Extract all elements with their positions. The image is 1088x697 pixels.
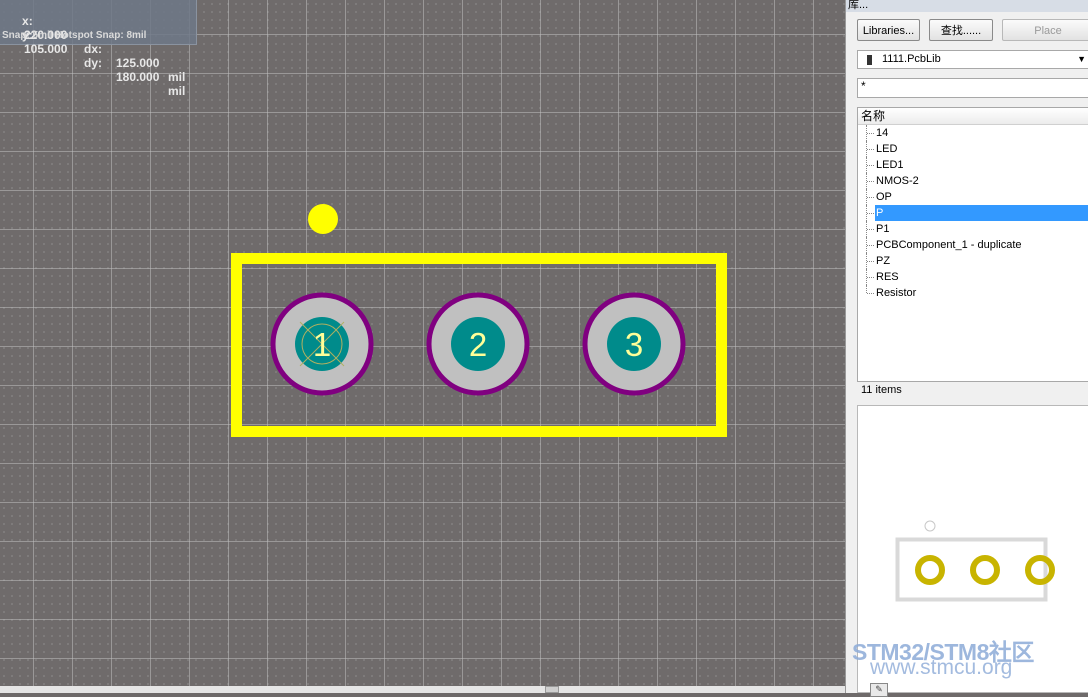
place-button[interactable]: Place [1002, 19, 1088, 41]
dx-value: 125.000 [116, 56, 160, 70]
library-name: 1111.PcbLib [882, 53, 941, 65]
scrollbar-thumb[interactable] [545, 686, 559, 693]
chip-icon [867, 55, 872, 65]
pad-2[interactable]: 2 [426, 292, 530, 396]
list-item-selected[interactable]: P [858, 205, 1088, 221]
list-item[interactable]: OP [858, 189, 1088, 205]
pad-number: 3 [625, 326, 643, 363]
pad-number: 1 [313, 326, 331, 363]
pcb-canvas[interactable]: 1 2 3 x: 220.000 dx: 125.000 mil y: 105.… [0, 0, 845, 693]
list-item[interactable]: P1 [858, 221, 1088, 237]
component-list[interactable]: 名称 14 LED LED1 NMOS-2 OP P P1 PCBCompone… [857, 107, 1088, 382]
unit-label: mil [168, 84, 186, 98]
item-count: 11 items [861, 384, 902, 396]
chevron-down-icon[interactable]: ▼ [1077, 51, 1086, 68]
watermark-line2: www.stmcu.org [870, 656, 1013, 679]
libraries-button[interactable]: Libraries... [857, 19, 920, 41]
horizontal-scrollbar[interactable] [0, 686, 845, 693]
library-select[interactable]: 1111.PcbLib ▼ [857, 50, 1088, 69]
y-value: 105.000 [24, 42, 68, 56]
coordinate-readout: x: 220.000 dx: 125.000 mil y: 105.000 dy… [0, 0, 197, 98]
unit-label: mil [168, 70, 186, 84]
panel-title: 库... [846, 0, 1088, 12]
list-item[interactable]: LED [858, 141, 1088, 157]
snap-info: Snap: 5mil Hotspot Snap: 8mil [2, 30, 147, 41]
list-item[interactable]: NMOS-2 [858, 173, 1088, 189]
list-item[interactable]: 14 [858, 125, 1088, 141]
panel-tool-icon[interactable]: ✎ [870, 683, 888, 697]
filter-input[interactable]: * [857, 78, 1088, 98]
pad-1[interactable]: 1 [270, 292, 374, 396]
pad-number: 2 [469, 326, 487, 363]
dy-value: 180.000 [116, 70, 160, 84]
library-panel: 库... Libraries... 查找...... Place 1111.Pc… [845, 0, 1088, 693]
list-item[interactable]: PZ [858, 253, 1088, 269]
list-item[interactable]: RES [858, 269, 1088, 285]
pcb-footprint: 1 2 3 [231, 204, 727, 437]
pin1-marker-dot [308, 204, 338, 234]
pad-3[interactable]: 3 [582, 292, 686, 396]
dy-label: dy: [84, 56, 102, 70]
list-header-name[interactable]: 名称 [858, 108, 1088, 125]
list-item[interactable]: Resistor [858, 285, 1088, 301]
list-item[interactable]: LED1 [858, 157, 1088, 173]
list-item[interactable]: PCBComponent_1 - duplicate [858, 237, 1088, 253]
search-button[interactable]: 查找...... [929, 19, 993, 41]
dx-label: dx: [84, 42, 102, 56]
